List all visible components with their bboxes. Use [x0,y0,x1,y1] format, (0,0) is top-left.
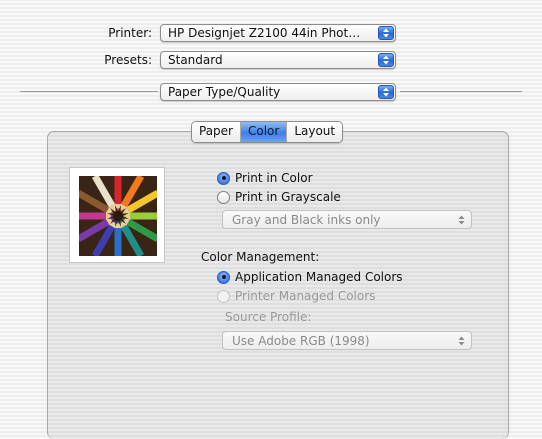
color-management-heading: Color Management: [201,250,320,264]
printer-label: Printer: [108,26,152,40]
printer-popup[interactable]: HP Designjet Z2100 44in Phot… [160,24,396,42]
separator-left [20,91,158,92]
presets-popup-value: Standard [168,53,223,67]
separator-right [400,91,522,92]
preview-image [69,167,165,263]
source-profile-popup-value: Use Adobe RGB (1998) [232,334,370,348]
panel-select-value: Paper Type/Quality [168,85,281,99]
radio-selected-icon [217,270,230,284]
app-managed-colors-label: Application Managed Colors [235,270,403,284]
source-profile-label: Source Profile: [225,310,312,324]
presets-label: Presets: [104,53,152,67]
radio-unselected-icon [217,190,230,204]
printer-managed-colors-label: Printer Managed Colors [235,289,376,303]
panel-select-popup[interactable]: Paper Type/Quality [160,83,396,101]
radio-disabled-icon [217,289,230,303]
gray-inks-popup-value: Gray and Black inks only [232,213,381,227]
tab-color[interactable]: Color [240,122,288,142]
app-managed-colors-radio[interactable]: Application Managed Colors [217,269,403,285]
print-in-grayscale-label: Print in Grayscale [235,190,341,204]
print-in-color-radio[interactable]: Print in Color [217,170,313,186]
popup-arrows-icon [378,85,394,99]
tab-paper[interactable]: Paper [192,122,241,142]
print-in-color-label: Print in Color [235,171,313,185]
printer-popup-value: HP Designjet Z2100 44in Phot… [168,26,361,40]
popup-arrows-icon [458,336,465,346]
print-in-grayscale-radio[interactable]: Print in Grayscale [217,189,341,205]
popup-arrows-icon [378,26,394,40]
colored-pencils-icon [79,176,157,256]
tab-layout[interactable]: Layout [287,122,343,142]
popup-arrows-icon [458,215,465,225]
printer-managed-colors-radio[interactable]: Printer Managed Colors [217,288,375,304]
presets-popup[interactable]: Standard [160,51,396,69]
popup-arrows-icon [378,53,394,67]
source-profile-popup[interactable]: Use Adobe RGB (1998) [222,331,472,350]
tab-bar: Paper Color Layout [191,121,344,143]
radio-selected-icon [217,171,230,185]
gray-inks-popup[interactable]: Gray and Black inks only [222,210,472,229]
